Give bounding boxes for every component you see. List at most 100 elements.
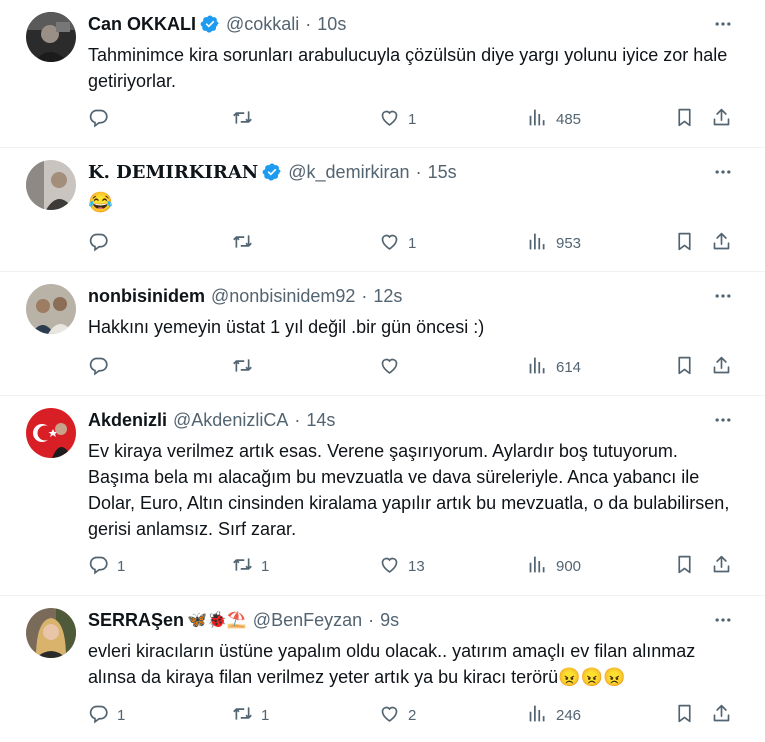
timestamp[interactable]: 10s [317,14,346,35]
tweet[interactable]: SERRAŞen 🦋🐞⛱️ @BenFeyzan · 9s evleri kir… [0,596,765,742]
views-icon [527,231,548,256]
bookmark-button[interactable] [674,552,695,580]
more-icon[interactable] [711,608,735,632]
tweet[interactable]: K. DEMIRKIRAN @k_demirkiran · 15s 😂 1 95… [0,148,765,272]
separator-dot: · [415,161,422,182]
retweet-button[interactable]: 1 [232,701,269,729]
action-bar: 1 485 [88,105,738,133]
views-button[interactable]: 900 [527,552,581,580]
user-handle[interactable]: @AkdenizliCA [173,410,288,431]
tweet-text: evleri kiracıların üstüne yapalım oldu o… [88,641,696,687]
reply-icon [88,355,109,380]
action-bar: 614 [88,353,738,381]
tweet[interactable]: nonbisinidem @nonbisinidem92 · 12s Hakkı… [0,272,765,396]
display-name[interactable]: SERRAŞen [88,610,184,631]
reply-button[interactable] [88,105,117,133]
action-bar: 1 1 2 246 [88,701,738,729]
separator-dot: · [361,285,368,306]
reply-icon [88,231,109,256]
like-button[interactable] [379,353,408,381]
retweet-button[interactable]: 1 [232,552,269,580]
reply-count: 1 [117,557,126,575]
avatar[interactable] [26,12,76,62]
avatar[interactable] [26,608,76,658]
like-button[interactable]: 1 [379,105,416,133]
retweet-icon [232,107,253,132]
display-name[interactable]: K. DEMIRKIRAN [88,162,258,183]
timestamp[interactable]: 12s [373,286,402,307]
share-button[interactable] [711,701,732,729]
tweet-text: 😂 [88,192,113,214]
views-count: 953 [556,234,582,252]
views-icon [527,554,548,579]
share-icon [711,107,732,132]
retweet-button[interactable] [232,105,261,133]
views-button[interactable]: 953 [527,229,581,257]
views-button[interactable]: 246 [527,701,581,729]
reply-button[interactable] [88,353,117,381]
timestamp[interactable]: 9s [380,610,399,631]
like-button[interactable]: 1 [379,229,416,257]
retweet-button[interactable] [232,229,261,257]
views-count: 614 [556,358,582,376]
bookmark-button[interactable] [674,353,695,381]
like-button[interactable]: 2 [379,701,416,729]
like-icon [379,107,400,132]
timestamp[interactable]: 15s [428,162,457,183]
tweet[interactable]: Can OKKALI @cokkali · 10s Tahminimce kir… [0,0,765,148]
share-button[interactable] [711,229,732,257]
tweet[interactable]: Akdenizli @AkdenizliCA · 14s Ev kiraya v… [0,396,765,596]
bookmark-icon [674,107,695,132]
share-button[interactable] [711,105,732,133]
like-button[interactable]: 13 [379,552,425,580]
like-count: 1 [408,110,417,128]
avatar[interactable] [26,408,76,458]
user-handle[interactable]: @cokkali [226,14,299,35]
views-count: 246 [556,706,582,724]
share-icon [711,355,732,380]
avatar[interactable] [26,284,76,334]
timestamp[interactable]: 14s [306,410,335,431]
like-count: 1 [408,234,417,252]
bookmark-button[interactable] [674,229,695,257]
user-handle[interactable]: @nonbisinidem92 [211,286,355,307]
tweet-feed: Can OKKALI @cokkali · 10s Tahminimce kir… [0,0,765,742]
reply-icon [88,554,109,579]
views-button[interactable]: 485 [527,105,581,133]
reply-button[interactable] [88,229,117,257]
share-button[interactable] [711,552,732,580]
more-icon[interactable] [711,408,735,432]
like-icon [379,554,400,579]
retweet-button[interactable] [232,353,261,381]
share-icon [711,703,732,728]
tweet-header: nonbisinidem @nonbisinidem92 · 12s [88,284,402,308]
retweet-icon [232,554,253,579]
display-name[interactable]: nonbisinidem [88,286,205,307]
share-icon [711,231,732,256]
reply-icon [88,703,109,728]
bookmark-button[interactable] [674,105,695,133]
action-bar: 1 1 13 900 [88,552,738,580]
more-icon[interactable] [711,12,735,36]
tweet-header: Akdenizli @AkdenizliCA · 14s [88,408,335,432]
user-handle[interactable]: @k_demirkiran [288,162,409,183]
reply-button[interactable]: 1 [88,552,125,580]
like-icon [379,231,400,256]
views-button[interactable]: 614 [527,353,581,381]
tweet-header: Can OKKALI @cokkali · 10s [88,12,346,36]
display-name[interactable]: Akdenizli [88,410,167,431]
user-handle[interactable]: @BenFeyzan [253,610,362,631]
separator-dot: · [305,13,312,34]
tweet-text: Tahminimce kira sorunları arabulucuyla ç… [88,45,728,91]
avatar[interactable] [26,160,76,210]
bookmark-button[interactable] [674,701,695,729]
more-icon[interactable] [711,160,735,184]
retweet-icon [232,703,253,728]
reply-count: 1 [117,706,126,724]
reply-icon [88,107,109,132]
verified-badge-icon [262,162,282,182]
reply-button[interactable]: 1 [88,701,125,729]
display-name[interactable]: Can OKKALI [88,14,196,35]
more-icon[interactable] [711,284,735,308]
share-button[interactable] [711,353,732,381]
